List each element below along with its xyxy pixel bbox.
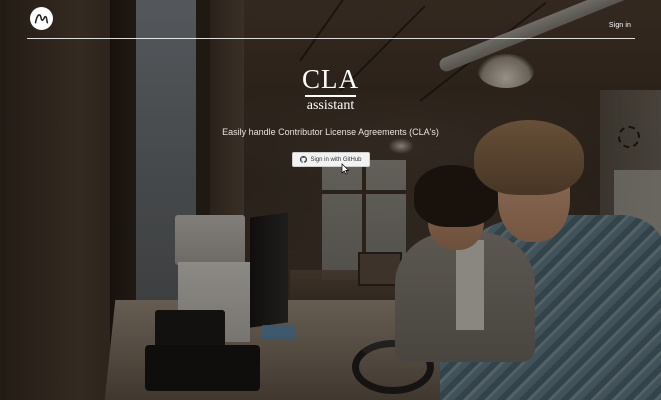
cla-assistant-logo-icon[interactable] [30, 7, 53, 30]
header-divider [27, 38, 635, 39]
header-signin-link[interactable]: Sign in [609, 22, 631, 29]
github-icon [300, 156, 308, 163]
mouse-pointer-icon [341, 163, 350, 175]
signin-with-github-button[interactable]: Sign in with GitHub [292, 152, 370, 167]
signin-with-github-label: Sign in with GitHub [310, 156, 362, 163]
hero-tagline: Easily handle Contributor License Agreem… [222, 127, 439, 137]
title-underline [305, 95, 356, 97]
logo-mark-icon [34, 14, 49, 24]
hero-subtitle: assistant [306, 98, 355, 113]
hero-background-photo [0, 0, 661, 400]
dark-overlay [0, 0, 661, 400]
hero-title: CLA [302, 64, 359, 94]
